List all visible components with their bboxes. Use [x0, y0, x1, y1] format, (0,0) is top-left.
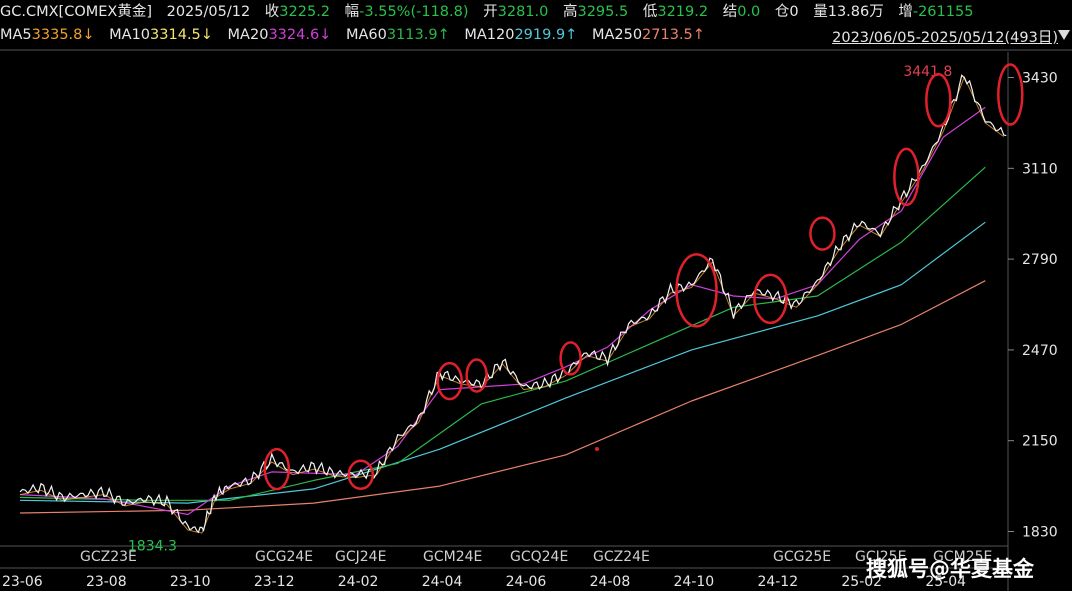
ma20-line: [19, 106, 986, 516]
contract-label: GCQ24E: [510, 549, 568, 565]
contract-label: GCG24E: [255, 549, 313, 565]
contract-label: GCJ24E: [335, 549, 386, 565]
x-tick-label: 24-10: [674, 574, 715, 590]
x-tick-label: 24-06: [506, 574, 547, 590]
price-line: [19, 74, 1007, 534]
x-tick-label: 23-12: [254, 574, 295, 590]
x-tick-label: 24-08: [590, 574, 631, 590]
x-tick-label: 23-08: [86, 574, 127, 590]
x-tick-label: 24-02: [338, 574, 379, 590]
contract-label: GCM24E: [423, 549, 482, 565]
x-tick-label: 24-12: [757, 574, 798, 590]
highlight-circle: [997, 63, 1024, 126]
ma250-line: [19, 280, 986, 514]
y-tick-label: 3110: [1022, 161, 1058, 177]
y-tick-label: 2150: [1022, 434, 1058, 450]
watermark: 搜狐号@华夏基金: [866, 557, 1034, 581]
highlight-circle: [436, 361, 463, 401]
y-tick-label: 2790: [1022, 252, 1058, 268]
x-tick-label: 24-04: [422, 574, 463, 590]
contract-label: GCZ24E: [593, 549, 650, 565]
ma60-line: [19, 166, 986, 501]
annotation-label: 1834.3: [128, 538, 177, 554]
y-tick-label: 2470: [1022, 343, 1058, 359]
highlight-circle: [559, 341, 582, 376]
marker-dot: [595, 447, 599, 451]
contract-label: GCG25E: [773, 549, 831, 565]
ma5-line: [19, 75, 1004, 534]
y-tick-label: 3430: [1022, 71, 1058, 87]
price-chart[interactable]: 1830 2150 2470 2790 3110 3430 23-06 23-08 23-10 2…: [0, 0, 1072, 591]
x-tick-label: 23-06: [2, 574, 43, 590]
highlight-circle: [925, 72, 952, 128]
y-tick-label: 1830: [1022, 524, 1058, 540]
x-tick-label: 23-10: [170, 574, 211, 590]
highlight-circle: [809, 216, 836, 251]
